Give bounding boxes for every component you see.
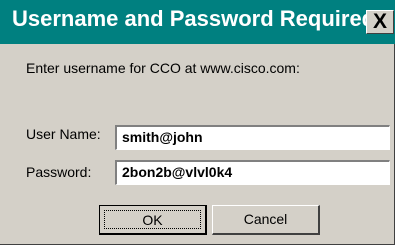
login-dialog: Username and Password Required X Enter u… [0, 0, 395, 245]
prompt-text: Enter username for CCO at www.cisco.com: [26, 60, 300, 76]
close-icon: X [373, 10, 388, 33]
ok-button-label: OK [104, 210, 201, 229]
close-button[interactable]: X [366, 10, 394, 34]
username-field[interactable]: smith@john [115, 125, 390, 150]
password-field[interactable]: 2bon2b@vlvl0k4 [115, 160, 390, 185]
cancel-button[interactable]: Cancel [212, 205, 320, 235]
dialog-title: Username and Password Required [12, 6, 376, 31]
password-label: Password: [26, 164, 92, 180]
title-bar[interactable]: Username and Password Required X [0, 0, 395, 44]
ok-button[interactable]: OK [99, 205, 207, 235]
username-label: User Name: [26, 126, 101, 142]
